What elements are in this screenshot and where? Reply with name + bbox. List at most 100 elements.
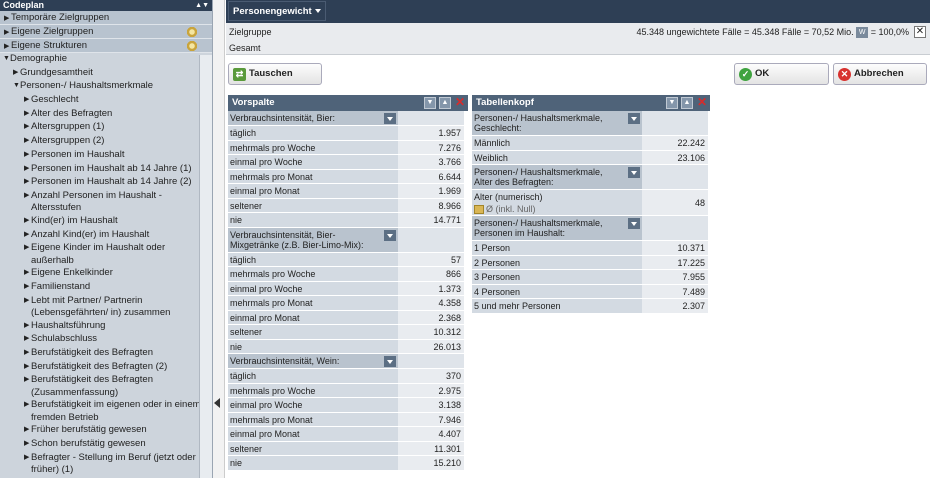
gear-icon[interactable] xyxy=(186,26,198,38)
expand-arrow-icon[interactable]: ▶ xyxy=(24,149,29,162)
expand-arrow-icon[interactable]: ▶ xyxy=(24,374,29,387)
expand-arrow-icon[interactable]: ▶ xyxy=(24,215,29,228)
tree-item[interactable]: ▶ Berufstätigkeit im eigenen oder in eine… xyxy=(0,399,212,424)
table-row[interactable]: nie 26.013 xyxy=(228,339,468,354)
table-row[interactable]: Weiblich 23.106 xyxy=(472,150,710,165)
table-row[interactable]: täglich 57 xyxy=(228,252,468,267)
delete-icon[interactable]: ✕ xyxy=(696,96,708,109)
expand-arrow-icon[interactable]: ▶ xyxy=(24,361,29,374)
tree-item[interactable]: ▶ Altersgruppen (1) xyxy=(0,121,212,135)
tree-item[interactable]: ▶ Eigene Kinder im Haushalt oder außerhal… xyxy=(0,242,212,267)
tree-item[interactable]: ▶ Befragter - Stellung im Beruf (jetzt od… xyxy=(0,452,212,477)
tree-item[interactable]: ▶ Personen im Haushalt xyxy=(0,149,212,163)
expanded-arrow-icon[interactable]: ▼ xyxy=(3,53,10,66)
table-row[interactable]: 5 und mehr Personen 2.307 xyxy=(472,299,710,314)
table-row[interactable]: nie 15.210 xyxy=(228,456,468,471)
expand-arrow-icon[interactable]: ▶ xyxy=(24,190,29,203)
table-row[interactable]: seltener 8.966 xyxy=(228,198,468,213)
cancel-button[interactable]: ✕ Abbrechen xyxy=(833,63,927,85)
table-row[interactable]: nie 14.771 xyxy=(228,213,468,228)
tree-item[interactable]: ▶ Geschlecht xyxy=(0,94,212,108)
expand-arrow-icon[interactable]: ▶ xyxy=(24,399,29,412)
expand-arrow-icon[interactable]: ▶ xyxy=(24,438,29,451)
tree-item[interactable]: ▶ Schulabschluss xyxy=(0,333,212,347)
group-item[interactable]: ▶ Temporäre Zielgruppen xyxy=(0,11,212,25)
ok-button[interactable]: ✓ OK xyxy=(734,63,829,85)
variable-options-dropdown[interactable] xyxy=(628,167,640,178)
weight-icon[interactable]: W xyxy=(856,27,869,39)
table-row[interactable]: mehrmals pro Woche 2.975 xyxy=(228,383,468,398)
variable-options-dropdown[interactable] xyxy=(384,356,396,367)
table-row[interactable]: mehrmals pro Monat 7.946 xyxy=(228,412,468,427)
variable-options-dropdown[interactable] xyxy=(384,113,396,124)
expand-arrow-icon[interactable]: ▶ xyxy=(24,229,29,242)
table-row[interactable]: 2 Personen 17.225 xyxy=(472,255,710,270)
table-row[interactable]: 1 Person 10.371 xyxy=(472,241,710,256)
expand-arrow-icon[interactable]: ▶ xyxy=(4,12,11,26)
expand-arrow-icon[interactable]: ▶ xyxy=(24,176,29,189)
variable-options-dropdown[interactable] xyxy=(384,229,396,241)
tree-item[interactable]: ▶ Kind(er) im Haushalt xyxy=(0,215,212,229)
move-down-icon[interactable]: ▼ xyxy=(424,97,436,109)
close-icon[interactable]: ✕ xyxy=(914,26,926,38)
null-option-icon[interactable] xyxy=(474,205,484,215)
collapse-icon[interactable]: ▲▼ xyxy=(195,0,209,11)
variable-options-dropdown[interactable] xyxy=(628,218,640,229)
table-row[interactable]: einmal pro Monat 1.969 xyxy=(228,184,468,199)
expand-arrow-icon[interactable]: ▶ xyxy=(4,26,11,40)
tree-item[interactable]: ▶ Haushaltsführung xyxy=(0,320,212,334)
expand-arrow-icon[interactable]: ▶ xyxy=(24,242,29,255)
gear-icon[interactable] xyxy=(186,40,198,52)
table-row[interactable]: seltener 10.312 xyxy=(228,325,468,340)
table-row[interactable]: einmal pro Woche 1.373 xyxy=(228,281,468,296)
variable-options-dropdown[interactable] xyxy=(628,113,640,124)
left-scrollbar[interactable] xyxy=(199,55,212,478)
tree-item[interactable]: ▶ Familienstand xyxy=(0,281,212,295)
expand-arrow-icon[interactable]: ▶ xyxy=(13,67,18,80)
expand-arrow-icon[interactable]: ▶ xyxy=(24,163,29,176)
tree-item[interactable]: ▶ Berufstätigkeit des Befragten xyxy=(0,347,212,361)
tree-item[interactable]: ▶ Alter des Befragten xyxy=(0,108,212,122)
expand-arrow-icon[interactable]: ▶ xyxy=(24,281,29,294)
move-up-icon[interactable]: ▲ xyxy=(681,97,693,109)
table-row[interactable]: einmal pro Woche 3.138 xyxy=(228,398,468,413)
table-row[interactable]: seltener 11.301 xyxy=(228,441,468,456)
tree-item[interactable]: ▼ Demographie xyxy=(0,53,212,67)
expand-arrow-icon[interactable]: ▶ xyxy=(24,347,29,360)
expand-arrow-icon[interactable]: ▶ xyxy=(4,40,11,54)
weight-dropdown[interactable]: Personengewicht xyxy=(228,1,326,21)
table-row[interactable]: 4 Personen 7.489 xyxy=(472,284,710,299)
tree-item[interactable]: ▶ Personen im Haushalt ab 14 Jahre (2) xyxy=(0,176,212,190)
expand-arrow-icon[interactable]: ▶ xyxy=(24,267,29,280)
move-up-icon[interactable]: ▲ xyxy=(439,97,451,109)
table-row[interactable]: mehrmals pro Woche 866 xyxy=(228,267,468,282)
expand-arrow-icon[interactable]: ▶ xyxy=(24,94,29,107)
group-item[interactable]: ▶ Eigene Zielgruppen xyxy=(0,25,212,39)
tree-item[interactable]: ▶ Früher berufstätig gewesen xyxy=(0,424,212,438)
table-row[interactable]: mehrmals pro Monat 4.358 xyxy=(228,296,468,311)
tree-item[interactable]: ▶ Eigene Enkelkinder xyxy=(0,267,212,281)
expand-arrow-icon[interactable]: ▶ xyxy=(24,295,29,308)
expand-arrow-icon[interactable]: ▶ xyxy=(24,424,29,437)
table-row[interactable]: täglich 1.957 xyxy=(228,126,468,141)
tree-item[interactable]: ▶ Schon berufstätig gewesen xyxy=(0,438,212,452)
table-row[interactable]: Männlich 22.242 xyxy=(472,136,710,151)
move-down-icon[interactable]: ▼ xyxy=(666,97,678,109)
swap-button[interactable]: ⇄ Tauschen xyxy=(228,63,322,85)
tree-item[interactable]: ▶ Lebt mit Partner/ Partnerin (Lebensgefä… xyxy=(0,295,212,320)
tree-item[interactable]: ▶ Grundgesamtheit xyxy=(0,67,212,81)
expand-arrow-icon[interactable]: ▶ xyxy=(24,121,29,134)
tree-item[interactable]: ▶ Anzahl Personen im Haushalt - Altersstu… xyxy=(0,190,212,215)
expand-arrow-icon[interactable]: ▶ xyxy=(24,320,29,333)
table-row[interactable]: einmal pro Woche 3.766 xyxy=(228,155,468,170)
table-row[interactable]: einmal pro Monat 2.368 xyxy=(228,310,468,325)
table-row[interactable]: mehrmals pro Woche 7.276 xyxy=(228,140,468,155)
tree-item[interactable]: ▶ Berufstätigkeit des Befragten (Zusammen… xyxy=(0,374,212,399)
panel-splitter[interactable] xyxy=(213,0,225,478)
tree-item[interactable]: ▶ Altersgruppen (2) xyxy=(0,135,212,149)
delete-icon[interactable]: ✕ xyxy=(454,96,466,109)
expanded-arrow-icon[interactable]: ▼ xyxy=(13,80,20,93)
group-item[interactable]: ▶ Eigene Strukturen xyxy=(0,39,212,53)
table-row[interactable]: Alter (numerisch) Ø (inkl. Null) 48 xyxy=(472,190,710,216)
tree-item[interactable]: ▶ Berufstätigkeit des Befragten (2) xyxy=(0,361,212,375)
